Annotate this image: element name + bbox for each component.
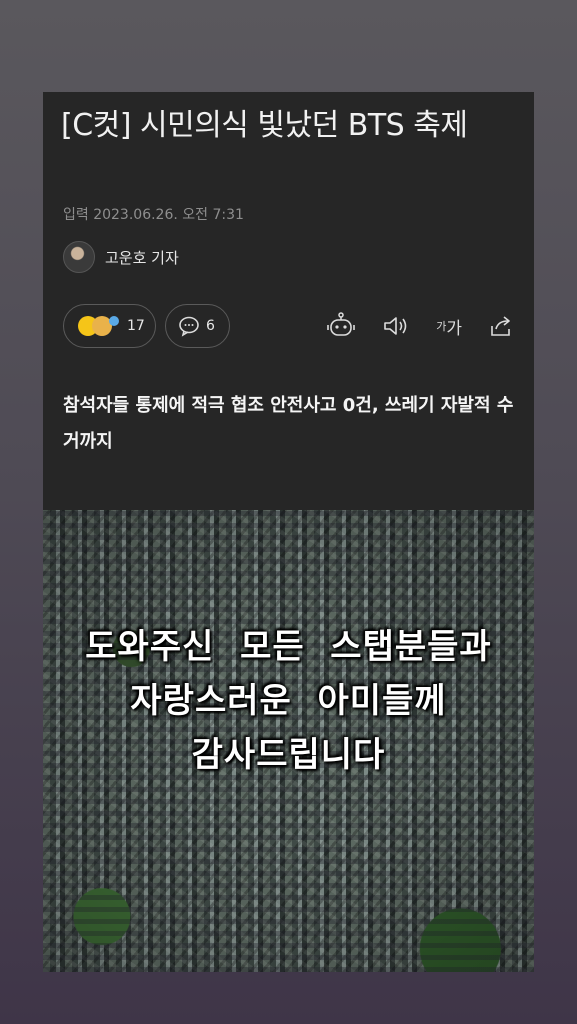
author-info[interactable]: 고운호 기자 — [63, 239, 179, 275]
share-button[interactable] — [488, 314, 514, 338]
reaction-bar: 17 6 — [63, 304, 230, 348]
summary-bot-button[interactable] — [326, 312, 356, 340]
photo-caption-overlay: 도와주신 모든 스탭분들과 자랑스러운 아미들께 감사드립니다 — [85, 627, 492, 775]
article-subtitle: 참석자들 통제에 적극 협조 안전사고 0건, 쓰레기 자발적 수거까지 — [63, 395, 514, 452]
aerial-crowd-photo: 도와주신 모든 스탭분들과 자랑스러운 아미들께 감사드립니다 — [43, 510, 534, 972]
reactions-button[interactable]: 17 — [63, 304, 156, 348]
reactions-count: 17 — [127, 318, 145, 334]
author-avatar[interactable] — [63, 241, 95, 273]
share-icon — [491, 316, 510, 336]
comment-bubble-icon — [179, 316, 199, 337]
article-title: [C컷] 시민의식 빛났던 BTS 축제 — [61, 108, 468, 143]
emoji-reactions-icon — [78, 316, 119, 336]
article-header-card: [C컷] 시민의식 빛났던 BTS 축제 입력 2023.06.26. 오전 7… — [43, 92, 534, 510]
article-toolbar: 가가 — [326, 312, 514, 340]
listen-button[interactable] — [382, 314, 410, 338]
font-size-large-label: 가 — [446, 318, 462, 339]
comments-button[interactable]: 6 — [165, 304, 230, 348]
comments-count: 6 — [206, 318, 215, 334]
author-name[interactable]: 고운호 기자 — [105, 247, 179, 268]
font-size-small-label: 가 — [436, 320, 447, 333]
speaker-icon — [384, 317, 407, 335]
robot-summary-icon — [327, 312, 356, 336]
publish-date: 입력 2023.06.26. 오전 7:31 — [63, 207, 244, 223]
font-size-button[interactable]: 가가 — [436, 314, 462, 339]
